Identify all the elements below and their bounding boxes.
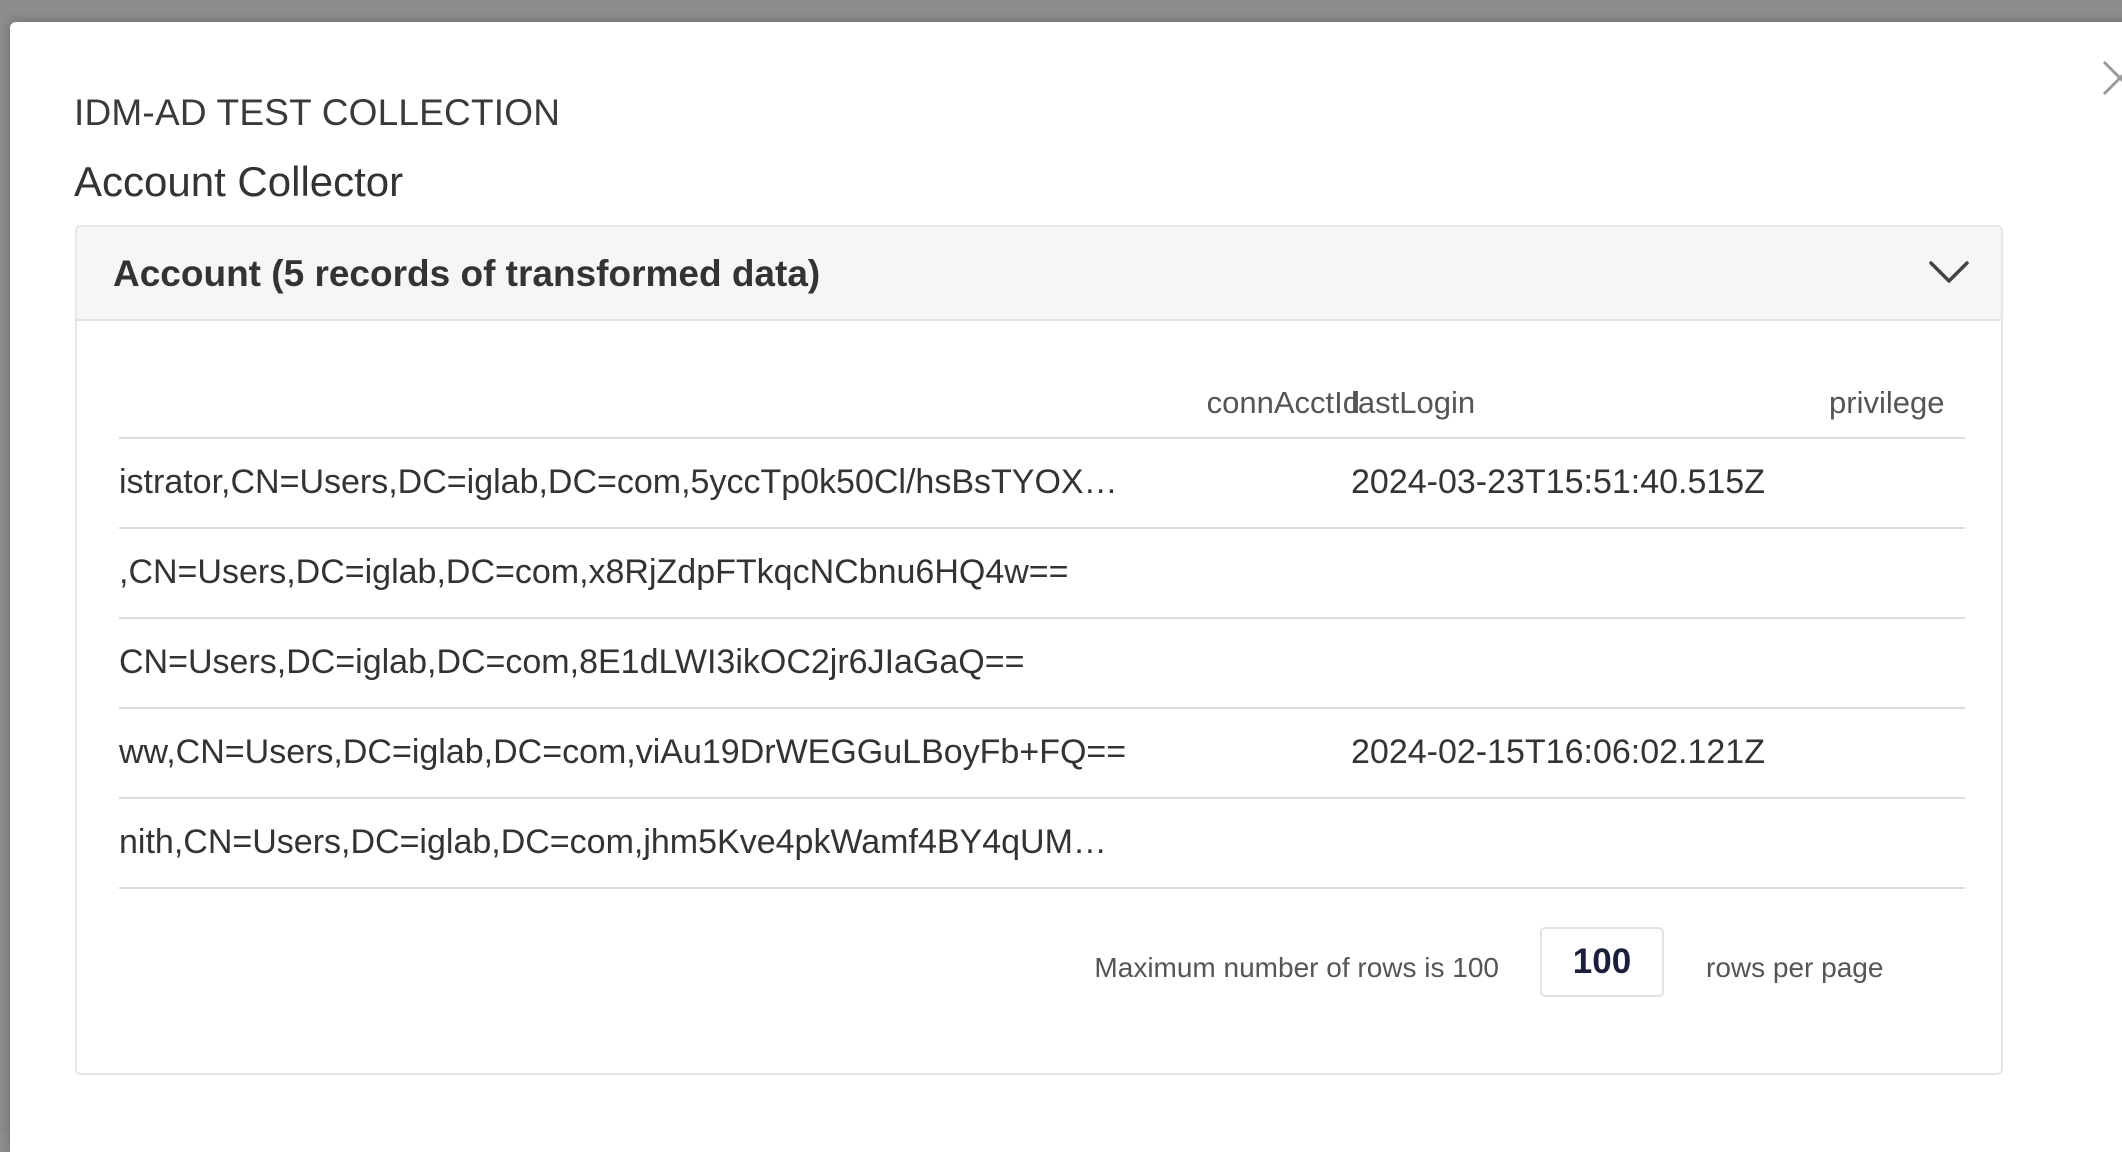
- cell-conn-acct-id: ww,CN=Users,DC=iglab,DC=com,viAu19DrWEGG…: [119, 733, 1127, 771]
- close-icon: [2102, 60, 2122, 96]
- account-panel: Account (5 records of transformed data) …: [75, 225, 2003, 1075]
- cell-last-login: 2024-03-23T15:51:40.515Z: [1351, 463, 1765, 501]
- rows-per-page-input[interactable]: [1540, 927, 1664, 997]
- table-row[interactable]: istrator,CN=Users,DC=iglab,DC=com,5yccTp…: [119, 439, 1965, 529]
- records-table-viewport[interactable]: connAcctId lastLogin privilege istrator,…: [119, 367, 1965, 892]
- table-row[interactable]: ww,CN=Users,DC=iglab,DC=com,viAu19DrWEGG…: [119, 709, 1965, 799]
- cell-conn-acct-id: ,CN=Users,DC=iglab,DC=com,x8RjZdpFTkqcNC…: [119, 553, 1069, 591]
- table-row[interactable]: ,CN=Users,DC=iglab,DC=com,x8RjZdpFTkqcNC…: [119, 529, 1965, 619]
- pagination-bar: Maximum number of rows is 100 rows per p…: [77, 927, 2001, 1007]
- chevron-down-icon: [1929, 261, 1969, 283]
- account-panel-header[interactable]: Account (5 records of transformed data): [77, 227, 2001, 321]
- column-header-lastlogin[interactable]: lastLogin: [1351, 385, 1475, 421]
- rows-per-page-label: rows per page: [1706, 952, 1884, 983]
- panel-title: Account (5 records of transformed data): [113, 253, 821, 294]
- collection-preview-modal: IDM-AD TEST COLLECTION Account Collector…: [10, 22, 2122, 1152]
- cell-conn-acct-id: CN=Users,DC=iglab,DC=com,8E1dLWI3ikOC2jr…: [119, 643, 1025, 681]
- cell-last-login: 2024-02-15T16:06:02.121Z: [1351, 733, 1765, 771]
- close-button[interactable]: [2090, 48, 2122, 108]
- collapse-toggle[interactable]: [1927, 255, 1971, 291]
- cell-conn-acct-id: nith,CN=Users,DC=iglab,DC=com,jhm5Kve4pk…: [119, 823, 1107, 861]
- collection-name: IDM-AD TEST COLLECTION: [74, 92, 561, 133]
- table-row[interactable]: nith,CN=Users,DC=iglab,DC=com,jhm5Kve4pk…: [119, 799, 1965, 889]
- table-header: connAcctId lastLogin privilege: [119, 367, 1965, 439]
- cell-conn-acct-id: istrator,CN=Users,DC=iglab,DC=com,5yccTp…: [119, 463, 1118, 501]
- column-header-privilege[interactable]: privilege: [1829, 385, 1944, 421]
- column-header-connacctid[interactable]: connAcctId: [1207, 385, 1360, 421]
- collector-name: Account Collector: [74, 158, 404, 205]
- max-rows-note: Maximum number of rows is 100: [1094, 952, 1499, 983]
- records-table: connAcctId lastLogin privilege istrator,…: [119, 367, 1965, 889]
- table-row[interactable]: CN=Users,DC=iglab,DC=com,8E1dLWI3ikOC2jr…: [119, 619, 1965, 709]
